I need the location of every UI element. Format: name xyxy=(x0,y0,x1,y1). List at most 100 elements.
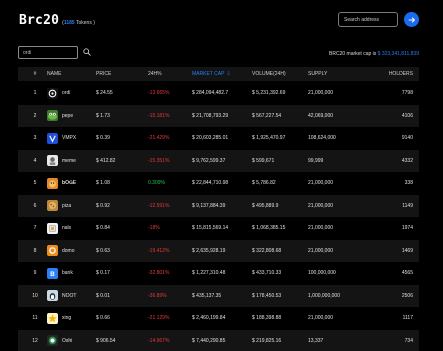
change-cell: -13.665% xyxy=(148,90,170,96)
volume-cell: $ 567,227.54 xyxy=(252,112,282,119)
price-cell: $ 0.66 xyxy=(96,315,110,321)
col-supply[interactable]: SUPPLY xyxy=(308,67,327,81)
name-cell[interactable]: Bbank xyxy=(47,262,73,284)
name-cell[interactable]: VMPX xyxy=(47,127,76,149)
token-row[interactable]: 4 meme $ 412.82 -15.351% $ 9,762,599.37 $ 599… xyxy=(18,149,419,172)
arrow-right-icon xyxy=(408,16,415,23)
name-cell[interactable]: nals xyxy=(47,217,71,239)
name-cell[interactable]: 𝐛𝐎𝐆𝐄 xyxy=(47,172,76,194)
token-row[interactable]: 1 ordi $ 24.55 -13.665% $ 284,094,482.7 $ 5,2… xyxy=(18,82,419,104)
holders-cell: 4565 xyxy=(401,270,413,276)
piza-icon xyxy=(47,200,58,211)
holders-cell: 4332 xyxy=(401,157,413,164)
change-cell: -32.801% xyxy=(148,270,170,276)
change-cell: -14.967% xyxy=(148,337,170,344)
token-row[interactable]: 10 NOOT $ 0.01 -36.89% $ 435,137.35 $ 178,450… xyxy=(18,284,419,307)
market-cap-cell: $ 7,440,290.85 xyxy=(192,337,226,344)
name-cell[interactable]: NOOT xyxy=(47,285,76,307)
supply-cell: 13,337 xyxy=(308,337,324,344)
market-cap-cell: $ 2,460,199.84 xyxy=(192,315,226,321)
col-market-cap[interactable]: MARKET CAP ⇩ xyxy=(192,67,231,81)
name-cell[interactable]: meme xyxy=(47,150,76,172)
name-cell[interactable]: ordi xyxy=(47,82,70,104)
site-logo[interactable]: Brc20 (1185 Tokens ) xyxy=(19,13,95,28)
col-holders[interactable]: HOLDERS xyxy=(389,67,413,81)
col-change[interactable]: 24H% xyxy=(148,67,162,81)
col-volume[interactable]: VOLUME(24H) xyxy=(252,67,286,81)
token-row[interactable]: 11 xing $ 0.66 -21.129% $ 2,460,199.84 $ 188,… xyxy=(18,307,419,329)
volume-cell: $ 5,231,392.69 xyxy=(252,90,286,96)
supply-cell: 1,000,000,000 xyxy=(308,292,340,299)
volume-cell: $ 1,925,470.97 xyxy=(252,135,286,141)
holders-cell: 734 xyxy=(404,337,413,344)
supply-cell: 21,000,000 xyxy=(308,180,334,186)
meme-icon xyxy=(47,155,58,166)
domo-icon xyxy=(47,245,58,256)
col-name: NAME xyxy=(47,71,62,77)
token-row[interactable]: 9 Bbank $ 0.17 -32.801% $ 1,227,310.48 $ 433,… xyxy=(18,262,419,284)
supply-cell: 99,999 xyxy=(308,157,324,164)
market-cap-cell: $ 20,603,285.01 xyxy=(192,135,229,141)
sort-desc-icon: ⇩ xyxy=(226,71,231,77)
market-cap-cell: $ 15,815,569.14 xyxy=(192,225,229,231)
price-cell: $ 0.17 xyxy=(96,270,110,276)
market-cap-cell: $ 2,635,928.19 xyxy=(192,247,226,254)
price-cell: $ 0.63 xyxy=(96,247,110,254)
holders-cell: 1117 xyxy=(402,315,413,321)
token-name: piza xyxy=(62,202,72,209)
address-search-input[interactable] xyxy=(339,13,397,26)
pepe-icon xyxy=(47,110,58,121)
boge-icon xyxy=(47,177,58,189)
token-name: 𝐛𝐎𝐆𝐄 xyxy=(62,180,77,186)
token-row[interactable]: 3 VMPX $ 0.39 -21.429% $ 20,603,285.01 $ 1,92… xyxy=(18,127,419,149)
token-name: domo xyxy=(62,247,75,254)
token-filter-field[interactable] xyxy=(18,46,78,59)
token-filter-input[interactable] xyxy=(19,47,77,58)
holders-cell: 9140 xyxy=(401,135,413,141)
search-submit-button[interactable] xyxy=(404,12,419,27)
change-cell: -19.412% xyxy=(148,247,170,254)
token-row[interactable]: 5 𝐛𝐎𝐆𝐄 $ 1.08 0.309% $ 22,844,710.98 $ 5,786.… xyxy=(18,172,419,194)
token-row[interactable]: 7 nals $ 0.84 -18% $ 15,815,569.14 $ 1,068,38… xyxy=(18,217,419,239)
name-cell[interactable]: domo xyxy=(47,240,75,262)
name-cell[interactable]: xing xyxy=(47,307,71,329)
address-search-field[interactable] xyxy=(338,12,398,27)
noot-icon xyxy=(47,290,58,301)
name-cell[interactable]: Oshi xyxy=(47,330,72,351)
token-name: xing xyxy=(62,315,72,321)
supply-cell: 21,000,000 xyxy=(308,225,334,231)
token-row[interactable]: 2 pepe $ 1.73 -15.181% $ 21,708,793.29 $ 567,… xyxy=(18,104,419,127)
name-cell[interactable]: piza xyxy=(47,195,71,217)
search-icon[interactable] xyxy=(83,48,91,56)
price-cell: $ 1.08 xyxy=(96,180,110,186)
holders-cell: 1469 xyxy=(401,247,413,254)
holders-cell: 2506 xyxy=(401,292,413,299)
token-row[interactable]: 12 Oshi $ 906.54 -14.967% $ 7,440,290.85 $ 21… xyxy=(18,329,419,351)
ordi-icon xyxy=(47,87,58,99)
supply-cell: 108,624,000 xyxy=(308,135,336,141)
token-name: meme xyxy=(62,157,76,164)
oshi-icon xyxy=(47,335,58,346)
vmpx-icon xyxy=(47,132,58,144)
price-cell: $ 412.82 xyxy=(96,157,116,164)
price-cell: $ 906.54 xyxy=(96,337,116,344)
token-name: nals xyxy=(62,225,72,231)
price-cell: $ 24.55 xyxy=(96,90,113,96)
market-cap-cell: $ 22,844,710.98 xyxy=(192,180,229,186)
nals-icon xyxy=(47,222,58,234)
market-cap-value: $ 323,341,811,839 xyxy=(377,51,419,57)
volume-cell: $ 219,825.16 xyxy=(252,337,282,344)
token-row[interactable]: 6 piza $ 0.92 -12.591% $ 9,137,884.39 $ 495,8… xyxy=(18,194,419,217)
market-cap-cell: $ 9,137,884.39 xyxy=(192,202,226,209)
col-price[interactable]: PRICE xyxy=(96,67,111,81)
token-name: VMPX xyxy=(62,135,77,141)
change-cell: -21.129% xyxy=(148,315,170,321)
name-cell[interactable]: pepe xyxy=(47,105,73,127)
token-row[interactable]: 8 domo $ 0.63 -19.412% $ 2,635,928.19 $ 322,8… xyxy=(18,239,419,262)
volume-cell: $ 188,398.88 xyxy=(252,315,282,321)
holders-cell: 1149 xyxy=(402,202,413,209)
volume-cell: $ 322,808.68 xyxy=(252,247,282,254)
volume-cell: $ 599,671 xyxy=(252,157,275,164)
price-cell: $ 0.39 xyxy=(96,135,110,141)
change-cell: -36.89% xyxy=(148,292,167,299)
